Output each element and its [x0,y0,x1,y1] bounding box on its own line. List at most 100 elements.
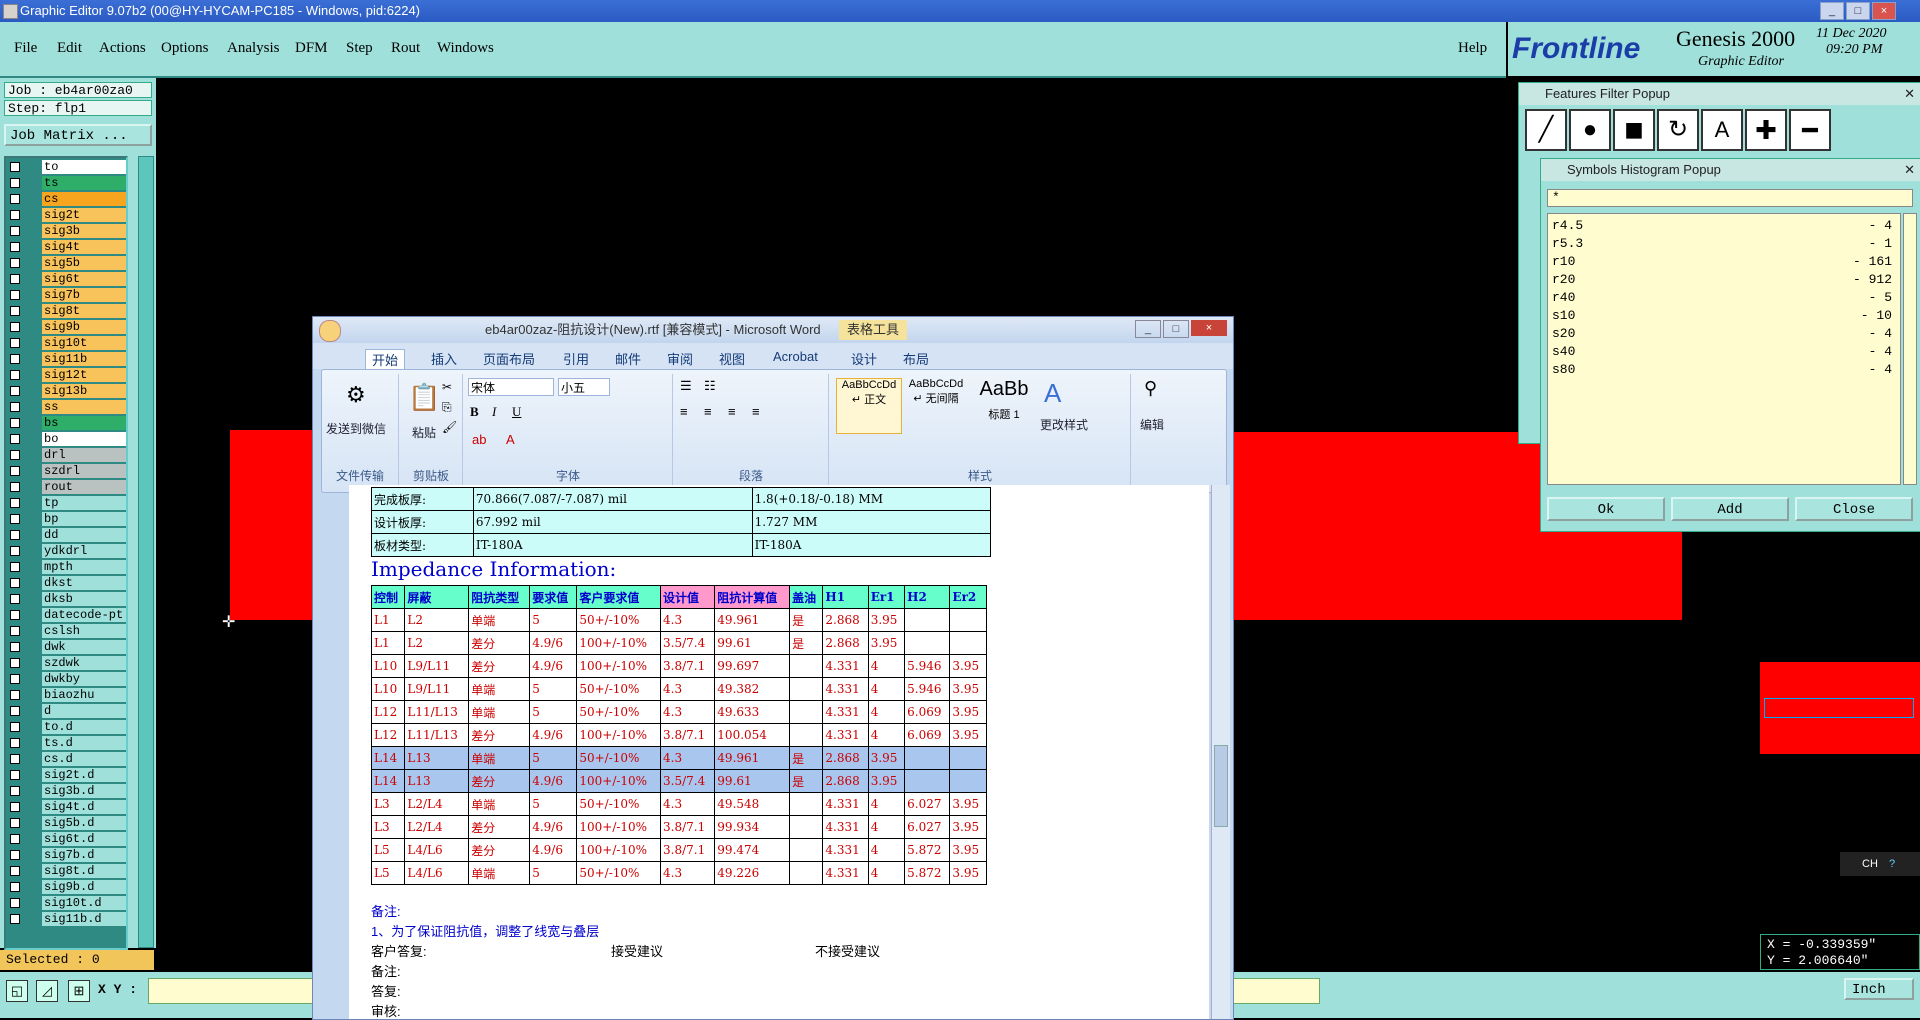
layer-checkbox[interactable] [10,498,20,508]
layer-checkbox[interactable] [10,850,20,860]
cut-icon[interactable]: ✂ [442,380,452,394]
document-scrollbar[interactable] [1211,485,1230,1019]
layer-checkbox[interactable] [10,914,20,924]
change-styles-button[interactable]: 更改样式 [1040,416,1088,433]
layer-row[interactable]: cs [6,192,126,206]
layer-name[interactable]: sig8t.d [42,864,126,878]
layer-checkbox[interactable] [10,386,20,396]
histogram-row[interactable]: r20 - 912 [1552,272,1896,290]
layer-name[interactable]: sig11b.d [42,912,126,926]
paste-button[interactable]: 粘贴 [412,424,436,441]
close-icon[interactable]: ✕ [1904,83,1915,105]
layer-name[interactable]: sig9b.d [42,880,126,894]
layer-row[interactable]: bp [6,512,126,526]
text-filter-icon[interactable]: A [1701,109,1743,151]
menu-analysis[interactable]: Analysis [227,40,280,57]
layer-row[interactable]: sig9b [6,320,126,334]
font-size-select[interactable]: 小五 [558,378,610,396]
impedance-row[interactable]: L12 L11/L13 差分 4.9/6 100+/-10% 3.8/7.1 100.054… [370,723,987,747]
layer-name[interactable]: ss [42,400,126,414]
layer-row[interactable]: sig8t.d [6,864,126,878]
layer-name[interactable]: sig3b [42,224,126,238]
layer-row[interactable]: sig7b [6,288,126,302]
impedance-row[interactable]: L5 L4/L6 差分 4.9/6 100+/-10% 3.8/7.1 99.474 4.33… [370,838,987,862]
layer-checkbox[interactable] [10,402,20,412]
style-heading-1[interactable]: AaBb 标题 1 [972,378,1036,432]
zoom-icon[interactable]: ◱ [6,980,28,1002]
layer-row[interactable]: rout [6,480,126,494]
histogram-row[interactable]: r5.3 - 1 [1552,236,1896,254]
layer-row[interactable]: ydkdrl [6,544,126,558]
layer-checkbox[interactable] [10,706,20,716]
layer-name[interactable]: szdwk [42,656,126,670]
layer-name[interactable]: bo [42,432,126,446]
histogram-row[interactable]: s80 - 4 [1552,362,1896,380]
layer-name[interactable]: bs [42,416,126,430]
layer-checkbox[interactable] [10,290,20,300]
minimize-button[interactable]: _ [1820,2,1844,20]
layer-checkbox[interactable] [10,562,20,572]
impedance-row[interactable]: L14 L13 差分 4.9/6 100+/-10% 3.5/7.4 99.61 是 2.868… [370,769,987,793]
layer-checkbox[interactable] [10,482,20,492]
ime-indicator[interactable]: CH ? [1840,852,1920,876]
paste-icon[interactable]: 📋 [408,382,440,413]
menu-actions[interactable]: Actions [99,40,146,57]
font-name-select[interactable]: 宋体 [468,378,554,396]
layer-checkbox[interactable] [10,338,20,348]
tab-references[interactable]: 引用 [563,349,589,368]
pad-filter-icon[interactable]: ● [1569,109,1611,151]
layer-checkbox[interactable] [10,578,20,588]
layer-checkbox[interactable] [10,786,20,796]
layer-checkbox[interactable] [10,754,20,764]
histogram-scrollbar[interactable] [1903,213,1917,485]
layer-checkbox[interactable] [10,834,20,844]
copy-icon[interactable]: ⎘ [442,400,452,415]
word-restore-button[interactable]: □ [1163,320,1189,338]
layer-name[interactable]: cs [42,192,126,206]
layer-name[interactable]: sig5b [42,256,126,270]
layer-row[interactable]: d [6,704,126,718]
layer-name[interactable]: rout [42,480,126,494]
layer-row[interactable]: sig3b [6,224,126,238]
layer-checkbox[interactable] [10,242,20,252]
impedance-row[interactable]: L14 L13 单端 5 50+/-10% 4.3 49.961 是 2.868 3.95 [370,746,987,770]
menu-help[interactable]: Help [1458,40,1487,57]
menu-rout[interactable]: Rout [391,40,420,57]
layer-row[interactable]: sig5b [6,256,126,270]
layer-row[interactable]: sig2t.d [6,768,126,782]
layer-name[interactable]: to.d [42,720,126,734]
grid-icon[interactable]: ⊞ [68,980,90,1002]
layer-checkbox[interactable] [10,226,20,236]
layer-row[interactable]: bs [6,416,126,430]
layer-checkbox[interactable] [10,434,20,444]
positive-filter-icon[interactable]: ✚ [1745,109,1787,151]
bold-icon[interactable]: B [470,404,479,420]
document-page[interactable]: 完成板厚: 70.866(7.087/-7.087) mil 1.8(+0.18/-… [349,485,1209,1019]
layer-name[interactable]: sig10t.d [42,896,126,910]
font-color-icon[interactable]: A [506,432,515,447]
layer-checkbox[interactable] [10,722,20,732]
impedance-row[interactable]: L1 L2 差分 4.9/6 100+/-10% 3.5/7.4 99.61 是 2.868 3.… [370,631,987,655]
layer-name[interactable]: sig11b [42,352,126,366]
layer-row[interactable]: sig4t.d [6,800,126,814]
layer-name[interactable]: dksb [42,592,126,606]
layer-checkbox[interactable] [10,690,20,700]
layer-name[interactable]: cs.d [42,752,126,766]
word-minimize-button[interactable]: _ [1135,320,1161,338]
surface-filter-icon[interactable]: ◼ [1613,109,1655,151]
tab-layout[interactable]: 布局 [903,349,929,368]
wechat-icon[interactable]: ⚙ [346,382,366,408]
scroll-thumb[interactable] [1214,745,1228,827]
histogram-row[interactable]: r4.5 - 4 [1552,218,1896,236]
layer-row[interactable]: biaozhu [6,688,126,702]
layer-name[interactable]: mpth [42,560,126,574]
impedance-row[interactable]: L3 L2/L4 单端 5 50+/-10% 4.3 49.548 4.331 4 6.027 3.… [370,792,987,816]
layer-name[interactable]: cslsh [42,624,126,638]
layer-name[interactable]: sig7b.d [42,848,126,862]
close-button[interactable]: Close [1795,497,1913,521]
layer-row[interactable]: sig4t [6,240,126,254]
editing-button[interactable]: 编辑 [1140,416,1164,433]
layer-checkbox[interactable] [10,178,20,188]
office-button-icon[interactable] [319,320,341,342]
layer-checkbox[interactable] [10,626,20,636]
